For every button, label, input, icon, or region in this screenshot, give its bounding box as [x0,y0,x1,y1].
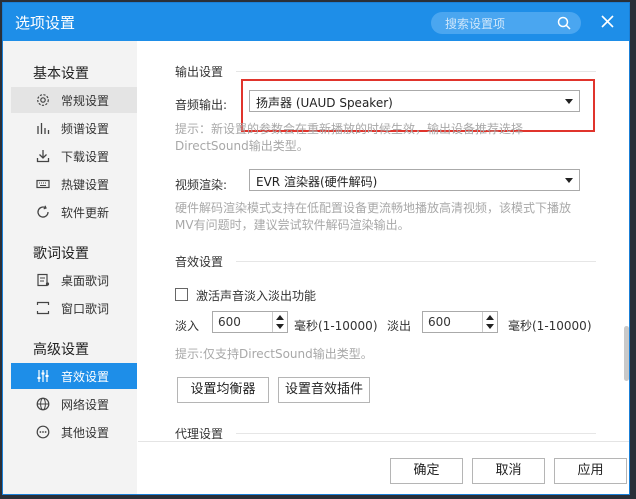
equalizer-icon [37,370,49,382]
apply-button[interactable]: 应用 [554,458,627,484]
arrow-up-icon[interactable] [486,315,494,320]
section-divider [236,261,596,262]
sidebar-item-label: 频谱设置 [61,122,110,136]
sidebar-item-download[interactable]: 下载设置 [11,143,137,169]
scrollbar-thumb[interactable] [624,326,629,381]
refresh-icon [37,205,49,218]
sidebar-item-other[interactable]: 其他设置 [11,419,137,445]
keyboard-icon [36,179,50,189]
equalizer-button[interactable]: 设置均衡器 [177,377,269,403]
sidebar-item-hotkey[interactable]: 热键设置 [11,171,137,197]
fade-in-label: 淡入 [175,319,200,333]
effects-hint: 提示:仅支持DirectSound输出类型。 [175,347,373,361]
sidebar-group-basic: 基本设置 [33,66,89,82]
fade-label[interactable]: 激活声音淡入淡出功能 [196,287,316,304]
sidebar-item-spectrum[interactable]: 频谱设置 [11,115,137,141]
sidebar-item-label: 下载设置 [61,150,110,164]
chevron-down-icon [565,178,573,183]
sidebar: 基本设置 常规设置 频谱设置 下载设置 热键设置 软件更新 歌词设置 桌面歌词 [3,41,137,494]
arrow-up-icon[interactable] [276,315,284,320]
fade-in-value[interactable]: 600 [218,315,241,329]
search-box[interactable]: 搜索设置项 [431,12,581,34]
dialog-footer: 确定 取消 应用 [138,441,629,494]
search-input[interactable]: 搜索设置项 [445,15,505,32]
cancel-button[interactable]: 取消 [472,458,545,484]
fade-in-unit: 毫秒(1-10000) [294,319,378,333]
settings-content: 输出设置 音频输出: 扬声器 (UAUD Speaker) 提示：新设置的参数会… [138,41,629,441]
options-dialog: 选项设置 搜索设置项 基本设置 常规设置 频谱设置 下载设置 热键设置 软件更新 [2,2,630,495]
stepper-buttons [482,312,497,332]
fade-out-stepper[interactable]: 600 [422,311,498,333]
section-divider [236,71,596,72]
section-title-proxy: 代理设置 [175,427,224,441]
sidebar-group-lyrics: 歌词设置 [33,246,89,262]
sidebar-item-label: 常规设置 [61,94,110,108]
close-icon[interactable] [601,15,614,28]
fade-out-unit: 毫秒(1-10000) [508,319,592,333]
fade-out-value[interactable]: 600 [428,315,451,329]
sidebar-item-desktop-lyrics[interactable]: 桌面歌词 [11,267,137,293]
effects-plugin-button[interactable]: 设置音效插件 [278,377,370,403]
network-icon [36,397,50,411]
sidebar-item-label: 音效设置 [61,370,110,384]
video-render-hint: 硬件解码渲染模式支持在低配置设备更流畅地播放高清视频，该模式下播放 MV有问题时… [175,201,572,232]
scrollbar[interactable] [623,41,629,441]
arrow-down-icon[interactable] [486,324,494,329]
sidebar-item-label: 其他设置 [61,426,110,440]
gear-icon [37,94,49,106]
section-title-effects: 音效设置 [175,255,224,269]
title-bar: 选项设置 搜索设置项 [3,3,629,41]
fade-in-stepper[interactable]: 600 [212,311,288,333]
sidebar-item-update[interactable]: 软件更新 [11,199,137,225]
sidebar-item-label: 热键设置 [61,178,110,192]
arrow-down-icon[interactable] [276,324,284,329]
video-render-label: 视频渲染: [175,178,228,192]
fade-checkbox[interactable] [175,288,188,301]
video-render-select[interactable]: EVR 渲染器(硬件解码) [249,169,580,191]
sidebar-item-window-lyrics[interactable]: 窗口歌词 [11,295,137,321]
sidebar-item-general[interactable]: 常规设置 [11,87,137,113]
more-icon [36,425,50,439]
desktop-lyrics-icon [37,273,50,287]
section-divider [236,433,596,434]
dialog-title: 选项设置 [15,14,76,32]
section-title-output: 输出设置 [175,65,224,79]
search-icon[interactable] [557,16,571,30]
sidebar-item-label: 软件更新 [61,206,110,220]
window-icon [36,301,50,315]
sidebar-item-sound-effects[interactable]: 音效设置 [11,363,137,389]
sidebar-item-network[interactable]: 网络设置 [11,391,137,417]
sidebar-item-label: 窗口歌词 [61,302,110,316]
sidebar-group-advanced: 高级设置 [33,342,89,358]
download-icon [36,150,50,163]
audio-output-hint: 提示：新设置的参数会在重新播放的时候生效，输出设备推荐选择 DirectSoun… [175,122,524,153]
audio-output-label: 音频输出: [175,98,228,112]
ok-button[interactable]: 确定 [390,458,463,484]
sidebar-item-label: 桌面歌词 [61,274,110,288]
fade-out-label: 淡出 [387,319,412,333]
spectrum-icon [37,123,50,134]
video-render-value: EVR 渲染器(硬件解码) [256,175,378,189]
sidebar-item-label: 网络设置 [61,398,110,412]
stepper-buttons [272,312,287,332]
